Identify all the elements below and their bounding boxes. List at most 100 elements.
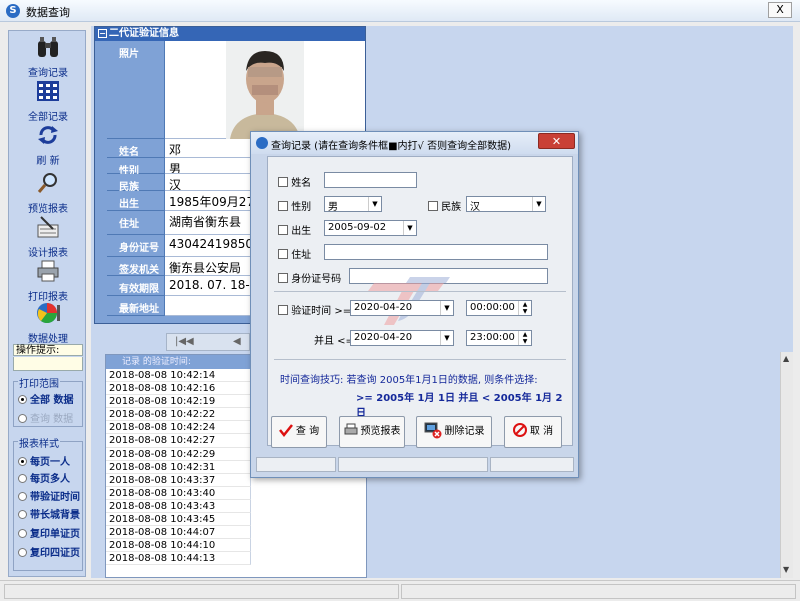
- verify-time-to-spinner[interactable]: 23:00:00 ▲ ▼: [466, 330, 532, 346]
- address-label: 住址: [107, 211, 165, 235]
- report-style-radio-2[interactable]: 带验证时间: [18, 488, 80, 503]
- print-range-all-radio[interactable]: 全部 数据: [18, 391, 73, 406]
- radio-dot-icon: [18, 414, 27, 423]
- list-item[interactable]: 2018-08-08 10:42:27: [106, 434, 251, 448]
- list-item[interactable]: 2018-08-08 10:43:45: [106, 513, 251, 527]
- checkbox-icon: [428, 201, 438, 211]
- address-field-label: 住址: [291, 250, 312, 261]
- report-style-label: 每页多人: [30, 474, 70, 485]
- dialog-status-bar: [256, 457, 574, 473]
- list-item[interactable]: 2018-08-08 10:42:14: [106, 369, 251, 383]
- verify-date-to-picker[interactable]: 2020-04-20 ▼: [350, 330, 454, 346]
- birth-checkbox[interactable]: 出生: [278, 222, 311, 237]
- checkbox-icon: [278, 305, 288, 315]
- gender-select[interactable]: 男 ▼: [324, 196, 382, 213]
- birth-date-picker[interactable]: 2005-09-02 ▼: [324, 220, 417, 236]
- window-close-button[interactable]: X: [768, 2, 792, 18]
- query-records-label: 查询记录: [28, 68, 68, 79]
- prev-record-button[interactable]: ◀: [233, 336, 241, 347]
- chevron-down-icon: ▼: [532, 197, 545, 211]
- list-item[interactable]: 2018-08-08 10:42:31: [106, 460, 251, 474]
- tip-label: 操作提示:: [13, 344, 83, 356]
- all-records-button[interactable]: 全部记录: [9, 79, 87, 123]
- list-item[interactable]: 2018-08-08 10:44:10: [106, 539, 251, 553]
- checkmark-icon: [278, 424, 293, 437]
- gender-checkbox[interactable]: 性别: [278, 198, 311, 213]
- query-records-button[interactable]: 查询记录: [9, 35, 87, 79]
- dialog-close-button[interactable]: ✕: [538, 133, 575, 149]
- id-card-header: − 二代证验证信息: [95, 27, 365, 41]
- spinner-icon: ▲ ▼: [518, 331, 531, 345]
- idno-checkbox[interactable]: 身份证号码: [278, 270, 341, 285]
- query-button[interactable]: 查 询: [271, 416, 327, 448]
- report-style-radio-5[interactable]: 复印四证页: [18, 544, 80, 559]
- list-item[interactable]: 2018-08-08 10:42:24: [106, 421, 251, 435]
- scroll-up-icon[interactable]: ▲: [783, 354, 789, 363]
- report-style-radio-0[interactable]: 每页一人: [18, 453, 70, 468]
- list-item[interactable]: 2018-08-08 10:44:13: [106, 552, 251, 566]
- status-cell: [338, 457, 488, 472]
- list-item[interactable]: 2018-08-08 10:42:22: [106, 408, 251, 422]
- vertical-scrollbar[interactable]: ▲ ▼: [780, 352, 793, 578]
- refresh-button[interactable]: 刷 新: [9, 123, 87, 167]
- name-checkbox[interactable]: 姓名: [278, 174, 311, 189]
- design-report-button[interactable]: 设计报表: [9, 215, 87, 259]
- dialog-title: 查询记录 (请在查询条件框■内打√ 否则查询全部数据): [271, 141, 511, 152]
- list-item[interactable]: 2018-08-08 10:42:19: [106, 395, 251, 409]
- id-card-header-label: 二代证验证信息: [109, 28, 179, 39]
- ethnicity-field-label: 民族: [441, 202, 462, 213]
- birth-date-value: 2005-09-02: [328, 222, 387, 233]
- gender-select-value: 男: [328, 202, 338, 213]
- list-item[interactable]: 2018-08-08 10:42:29: [106, 447, 251, 461]
- ethnicity-select[interactable]: 汉 ▼: [466, 196, 546, 213]
- report-style-radio-1[interactable]: 每页多人: [18, 470, 70, 485]
- list-item[interactable]: 2018-08-08 10:44:07: [106, 526, 251, 540]
- list-item[interactable]: 2018-08-08 10:42:16: [106, 382, 251, 396]
- scroll-down-icon[interactable]: ▼: [783, 565, 789, 574]
- first-record-button[interactable]: |◀◀: [175, 336, 194, 347]
- ethnicity-checkbox[interactable]: 民族: [428, 198, 461, 213]
- time-query-hint-example: >= 2005年 1月 1日 并且 < 2005年 1月 2日: [356, 393, 563, 419]
- name-label: 姓名: [107, 139, 165, 158]
- chevron-down-icon: ▼: [403, 221, 416, 235]
- report-style-label: 复印四证页: [30, 548, 80, 559]
- print-report-button[interactable]: 打印报表: [9, 259, 87, 303]
- idno-field-label: 身份证号码: [291, 274, 342, 285]
- printer-icon: [344, 423, 357, 435]
- query-dialog: 查询记录 (请在查询条件框■内打√ 否则查询全部数据) ✕ 姓名 性别 男 ▼ 民…: [250, 131, 579, 478]
- cancel-button[interactable]: 取 消: [504, 416, 562, 448]
- photo-label: 照片: [107, 41, 165, 139]
- address-checkbox[interactable]: 住址: [278, 246, 311, 261]
- list-item[interactable]: 2018-08-08 10:43:43: [106, 499, 251, 514]
- report-style-radio-4[interactable]: 复印单证页: [18, 525, 80, 540]
- spinner-icon: ▲ ▼: [518, 301, 531, 315]
- checkbox-icon: [278, 177, 288, 187]
- status-bar: [0, 580, 800, 601]
- name-input[interactable]: [324, 172, 417, 188]
- sidebar: 查询记录 全部记录 刷 新 预览报表 设计报表 打印报表 数据处理 操作提示: …: [8, 30, 86, 577]
- refresh-icon: [38, 126, 58, 144]
- delete-records-button[interactable]: 删除记录: [416, 416, 492, 448]
- verify-time-from-spinner[interactable]: 00:00:00 ▲ ▼: [466, 300, 532, 316]
- print-range-all-label: 全部 数据: [30, 395, 74, 406]
- watermark-logo: [368, 277, 450, 325]
- address-input[interactable]: [324, 244, 548, 260]
- verify-time-label: 验证时间 >=: [291, 306, 352, 317]
- pie-chart-icon: [37, 303, 60, 323]
- tip-box: [13, 357, 83, 371]
- verify-time-checkbox[interactable]: 验证时间 >=: [278, 302, 351, 317]
- list-item[interactable]: 2018-08-08 10:43:37: [106, 473, 251, 487]
- verify-date-from-picker[interactable]: 2020-04-20 ▼: [350, 300, 454, 316]
- design-report-label: 设计报表: [28, 248, 68, 259]
- radio-dot-icon: [18, 474, 27, 483]
- print-range-query-radio[interactable]: 查询 数据: [18, 410, 73, 425]
- report-style-radio-3[interactable]: 带长城背景: [18, 506, 80, 521]
- preview-report-dialog-button[interactable]: 预览报表: [339, 416, 405, 448]
- status-cell: [490, 457, 574, 472]
- cancel-button-label: 取 消: [529, 426, 554, 437]
- preview-report-button[interactable]: 预览报表: [9, 171, 87, 215]
- data-processing-button[interactable]: 数据处理: [9, 301, 87, 345]
- list-item[interactable]: 2018-08-08 10:43:40: [106, 486, 251, 500]
- delete-computer-icon: [424, 422, 441, 439]
- collapse-icon[interactable]: −: [98, 29, 107, 38]
